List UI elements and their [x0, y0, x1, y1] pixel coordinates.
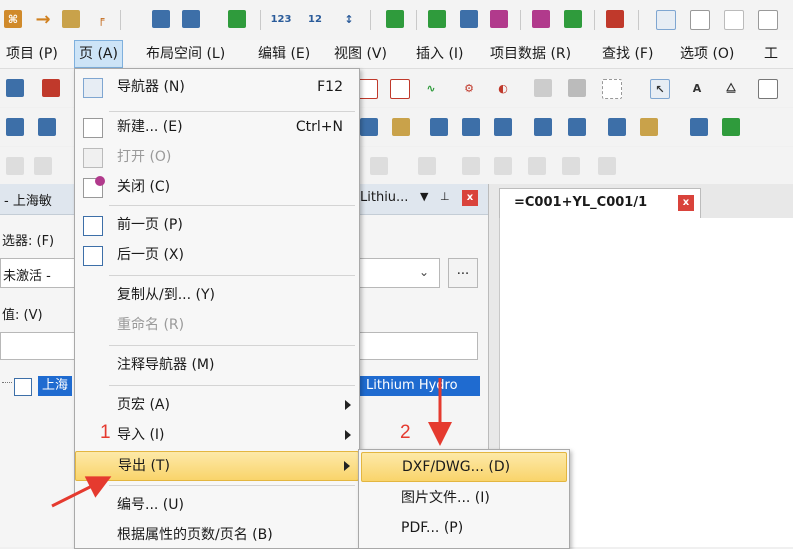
annotation-arrow-1: [51, 476, 112, 508]
annotation-arrows: [51, 378, 452, 508]
